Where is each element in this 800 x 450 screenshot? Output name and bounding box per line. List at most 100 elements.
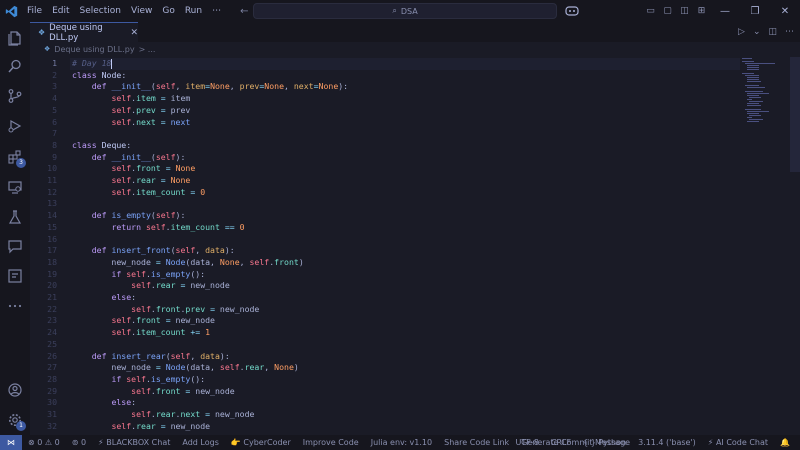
run-file-icon[interactable]: ▷ <box>738 27 745 37</box>
line-number: 15 <box>47 221 57 232</box>
line-number: 23 <box>47 315 57 326</box>
menu-more[interactable]: ⋯ <box>207 0 226 22</box>
line-number: 6 <box>52 116 57 127</box>
code-line: 11 self.rear = None <box>30 175 740 187</box>
share-code-link-button[interactable]: Share Code Link <box>438 438 515 447</box>
line-number: 18 <box>47 256 57 267</box>
split-editor-icon[interactable]: ◫ <box>768 27 777 37</box>
command-center-search[interactable]: ⌕ DSA <box>253 3 557 19</box>
cybercoder-button[interactable]: 👉 CyberCoder <box>225 438 297 447</box>
code-line: 31 self.rear.next = new_node <box>30 409 740 421</box>
status-right: UTF-8 CRLF { } Python 3.11.4 ('base') ⚡ … <box>510 435 796 450</box>
tab-deque-using-dll[interactable]: ❖ Deque using DLL.py ✕ <box>30 22 138 43</box>
testing-icon[interactable] <box>0 203 30 231</box>
julia-env-indicator[interactable]: Julia env: v1.10 <box>365 438 438 447</box>
code-line: 22 self.front.prev = new_node <box>30 304 740 316</box>
line-number: 2 <box>52 69 57 80</box>
explorer-icon[interactable] <box>0 24 30 52</box>
line-number: 9 <box>52 151 57 162</box>
menu-selection[interactable]: Selection <box>75 0 126 22</box>
add-logs-button[interactable]: Add Logs <box>176 438 225 447</box>
menu-file[interactable]: File <box>22 0 47 22</box>
search-text: DSA <box>400 6 418 16</box>
code-line: 17 def insert_front(self, data): <box>30 245 740 257</box>
run-debug-icon[interactable] <box>0 112 30 140</box>
menu-go[interactable]: Go <box>157 0 179 22</box>
line-number: 21 <box>47 292 57 302</box>
more-actions-icon[interactable]: ⋯ <box>785 27 794 37</box>
eol-indicator[interactable]: CRLF <box>545 438 577 447</box>
code-line: 2 class Node: <box>30 70 740 82</box>
code-line: 8 class Deque: <box>30 140 740 152</box>
chat-icon[interactable] <box>0 232 30 260</box>
editor-scrollbar[interactable] <box>790 57 800 172</box>
code-line: 12 self.item_count = 0 <box>30 187 740 199</box>
layout-toggle-icon[interactable]: ▭ <box>642 0 659 22</box>
code-editor[interactable]: 1 # Day 18 2 class Node: 3 def __init__(se… <box>30 57 800 435</box>
extensions-badge: 3 <box>16 158 26 168</box>
remote-indicator-icon[interactable]: ⋈ <box>0 435 22 450</box>
source-control-icon[interactable] <box>0 82 30 110</box>
line-number: 26 <box>47 350 57 361</box>
ports-indicator[interactable]: ⊚ 0 <box>66 438 92 447</box>
close-window-button[interactable]: ✕ <box>770 0 800 22</box>
breadcrumb-separator[interactable]: > ... <box>139 45 156 54</box>
ai-chat-label: AI Code Chat <box>715 438 769 447</box>
code-line: 6 self.next = next <box>30 117 740 129</box>
status-bar: ⋈ ⊗ 0 ⚠ 0 ⊚ 0 ⚡ BLACKBOX Chat Add Logs 👉… <box>0 435 800 450</box>
run-dropdown-icon[interactable]: ⌄ <box>753 27 761 37</box>
blackbox-chat-button[interactable]: ⚡ BLACKBOX Chat <box>92 438 176 447</box>
ai-code-chat-button[interactable]: ⚡ AI Code Chat <box>702 438 774 447</box>
code-line: 10 self.front = None <box>30 163 740 175</box>
breadcrumb: ❖ Deque using DLL.py > ... <box>30 42 800 56</box>
line-number: 4 <box>52 93 57 104</box>
code-line: 18 new_node = Node(data, None, self.fron… <box>30 257 740 269</box>
code-line: 9 def __init__(self): <box>30 152 740 164</box>
line-number: 8 <box>52 139 57 150</box>
copilot-icon[interactable] <box>565 4 579 19</box>
line-number: 31 <box>47 409 57 419</box>
menu-edit[interactable]: Edit <box>47 0 74 22</box>
title-right-controls: ▭ ▢ ◫ ⊞ — ❐ ✕ <box>642 0 800 22</box>
code-line: 19 if self.is_empty(): <box>30 269 740 281</box>
python-interpreter[interactable]: 3.11.4 ('base') <box>632 438 702 447</box>
improve-code-button[interactable]: Improve Code <box>297 438 365 447</box>
menu-view[interactable]: View <box>126 0 157 22</box>
more-views-icon[interactable] <box>0 292 30 320</box>
panel-toggle-icon[interactable]: ▢ <box>659 0 676 22</box>
editor-actions: ▷ ⌄ ◫ ⋯ <box>738 22 794 42</box>
menu-run[interactable]: Run <box>180 0 207 22</box>
vscode-logo-icon <box>0 0 22 22</box>
customize-layout-icon[interactable]: ⊞ <box>693 0 710 22</box>
back-arrow-icon[interactable]: ← <box>240 6 248 17</box>
breadcrumb-file[interactable]: Deque using DLL.py <box>54 45 134 54</box>
minimize-button[interactable]: — <box>710 0 740 22</box>
close-tab-icon[interactable]: ✕ <box>130 28 138 38</box>
extensions-icon[interactable]: 3 <box>0 143 30 171</box>
language-mode[interactable]: { } Python <box>577 438 632 447</box>
accounts-badge: 1 <box>16 421 26 431</box>
minimap[interactable] <box>742 57 787 127</box>
line-number: 14 <box>47 210 57 221</box>
remote-explorer-icon[interactable] <box>0 173 30 201</box>
notifications-bell-icon[interactable]: 🔔 <box>774 438 796 447</box>
breadcrumb-python-icon: ❖ <box>44 45 51 53</box>
encoding-indicator[interactable]: UTF-8 <box>510 438 545 447</box>
line-number: 7 <box>52 128 57 139</box>
code-line: 27 new_node = Node(data, self.rear, None… <box>30 362 740 374</box>
problems-indicator[interactable]: ⊗ 0 ⚠ 0 <box>22 438 66 447</box>
code-line: 14 def is_empty(self): <box>30 210 740 222</box>
blackbox-icon[interactable] <box>0 262 30 290</box>
activity-bar: 3 1 <box>0 22 30 435</box>
accounts-icon[interactable] <box>0 376 30 404</box>
line-number: 3 <box>52 81 57 92</box>
code-line: 20 self.rear = new_node <box>30 280 740 292</box>
title-bar: File Edit Selection View Go Run ⋯ ← → ⌕ … <box>0 0 800 22</box>
secondary-sidebar-icon[interactable]: ◫ <box>676 0 693 22</box>
line-number: 5 <box>52 104 57 115</box>
restore-button[interactable]: ❐ <box>740 0 770 22</box>
tab-label: Deque using DLL.py <box>49 22 103 43</box>
settings-gear-icon[interactable]: 1 <box>0 406 30 434</box>
search-sidebar-icon[interactable] <box>0 52 30 80</box>
line-number: 29 <box>47 385 57 396</box>
